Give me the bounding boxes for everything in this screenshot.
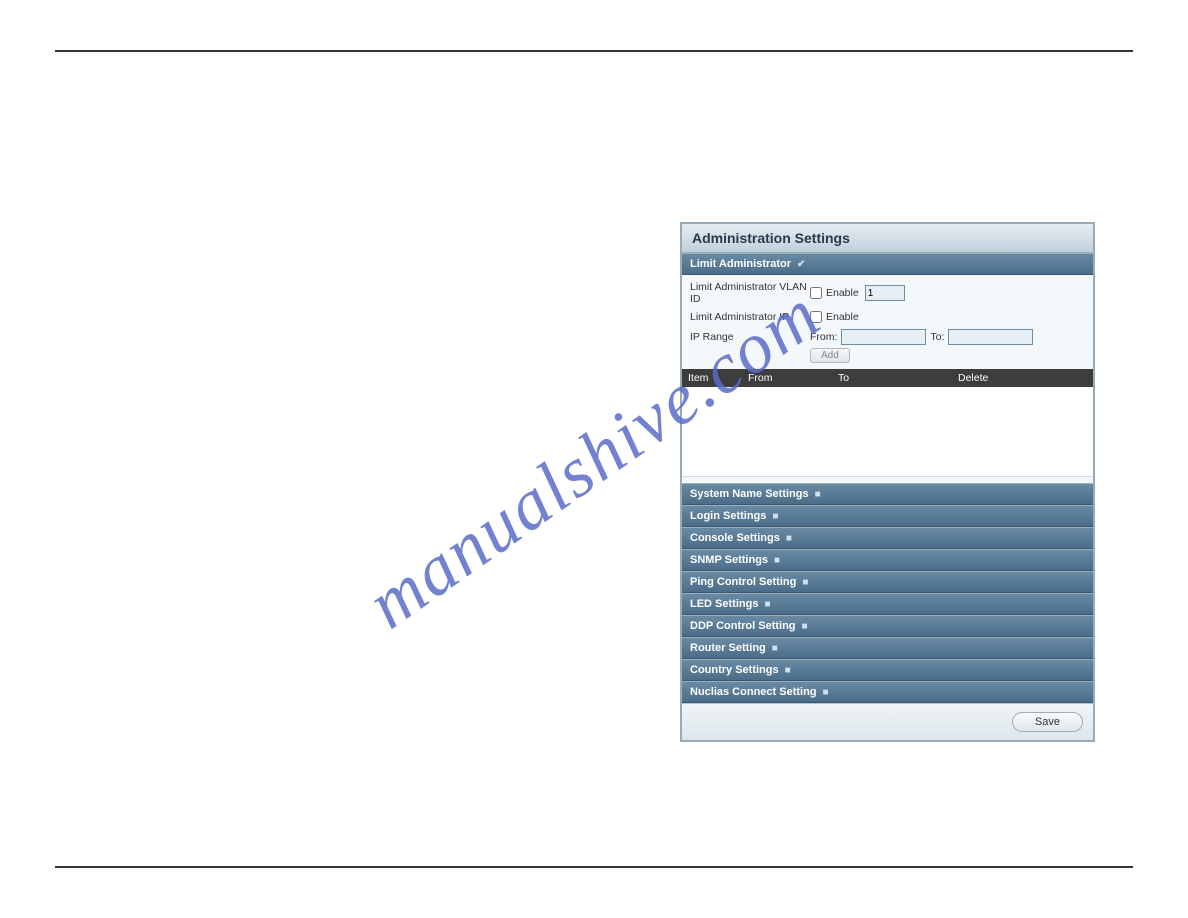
from-label: From: (810, 331, 837, 343)
chevron-right-icon: ■ (774, 555, 780, 566)
save-button[interactable]: Save (1012, 712, 1083, 732)
system-name-settings-header[interactable]: System Name Settings ■ (682, 483, 1093, 505)
chevron-right-icon: ■ (802, 621, 808, 632)
ddp-control-setting-header[interactable]: DDP Control Setting ■ (682, 615, 1093, 637)
router-setting-header[interactable]: Router Setting ■ (682, 637, 1093, 659)
chevron-right-icon: ■ (764, 599, 770, 610)
section-label: Console Settings (690, 532, 780, 544)
section-label: Router Setting (690, 642, 766, 654)
ip-from-input[interactable] (841, 329, 926, 345)
chevron-right-icon: ■ (772, 643, 778, 654)
ip-label: Limit Administrator IP (690, 311, 810, 323)
section-label: Login Settings (690, 510, 766, 522)
ip-table-body (682, 387, 1093, 477)
col-to: To (838, 372, 958, 384)
limit-admin-header[interactable]: Limit Administrator ✔ (682, 253, 1093, 275)
chevron-right-icon: ■ (785, 665, 791, 676)
vlan-label: Limit Administrator VLAN ID (690, 281, 810, 305)
ping-control-setting-header[interactable]: Ping Control Setting ■ (682, 571, 1093, 593)
bottom-divider (55, 866, 1133, 868)
vlan-id-input[interactable] (865, 285, 905, 301)
vlan-enable-text: Enable (826, 287, 859, 299)
section-label: LED Settings (690, 598, 758, 610)
vlan-row: Limit Administrator VLAN ID Enable (690, 279, 1085, 307)
col-delete: Delete (958, 372, 1087, 384)
chevron-right-icon: ■ (802, 577, 808, 588)
col-item: Item (688, 372, 748, 384)
ip-enable-text: Enable (826, 311, 859, 323)
country-settings-header[interactable]: Country Settings ■ (682, 659, 1093, 681)
chevron-right-icon: ■ (823, 687, 829, 698)
section-label: Ping Control Setting (690, 576, 796, 588)
chevron-down-icon: ✔ (797, 259, 805, 270)
console-settings-header[interactable]: Console Settings ■ (682, 527, 1093, 549)
add-button[interactable]: Add (810, 348, 850, 363)
section-label: DDP Control Setting (690, 620, 796, 632)
range-label: IP Range (690, 329, 810, 343)
led-settings-header[interactable]: LED Settings ■ (682, 593, 1093, 615)
panel-title: Administration Settings (682, 224, 1093, 253)
section-label: System Name Settings (690, 488, 809, 500)
col-from: From (748, 372, 838, 384)
ip-row: Limit Administrator IP Enable (690, 307, 1085, 327)
range-row: IP Range From: To: Add (690, 327, 1085, 365)
snmp-settings-header[interactable]: SNMP Settings ■ (682, 549, 1093, 571)
ip-table-header: Item From To Delete (682, 369, 1093, 387)
login-settings-header[interactable]: Login Settings ■ (682, 505, 1093, 527)
ip-enable-checkbox[interactable] (810, 311, 822, 323)
section-label: Country Settings (690, 664, 779, 676)
limit-admin-label: Limit Administrator (690, 258, 791, 270)
limit-admin-body: Limit Administrator VLAN ID Enable Limit… (682, 275, 1093, 483)
section-label: Nuclias Connect Setting (690, 686, 817, 698)
ip-to-input[interactable] (948, 329, 1033, 345)
to-label: To: (930, 331, 944, 343)
vlan-enable-checkbox[interactable] (810, 287, 822, 299)
nuclias-connect-setting-header[interactable]: Nuclias Connect Setting ■ (682, 681, 1093, 703)
admin-settings-panel: Administration Settings Limit Administra… (680, 222, 1095, 742)
section-label: SNMP Settings (690, 554, 768, 566)
chevron-right-icon: ■ (815, 489, 821, 500)
panel-footer: Save (682, 703, 1093, 740)
chevron-right-icon: ■ (772, 511, 778, 522)
top-divider (55, 50, 1133, 52)
chevron-right-icon: ■ (786, 533, 792, 544)
